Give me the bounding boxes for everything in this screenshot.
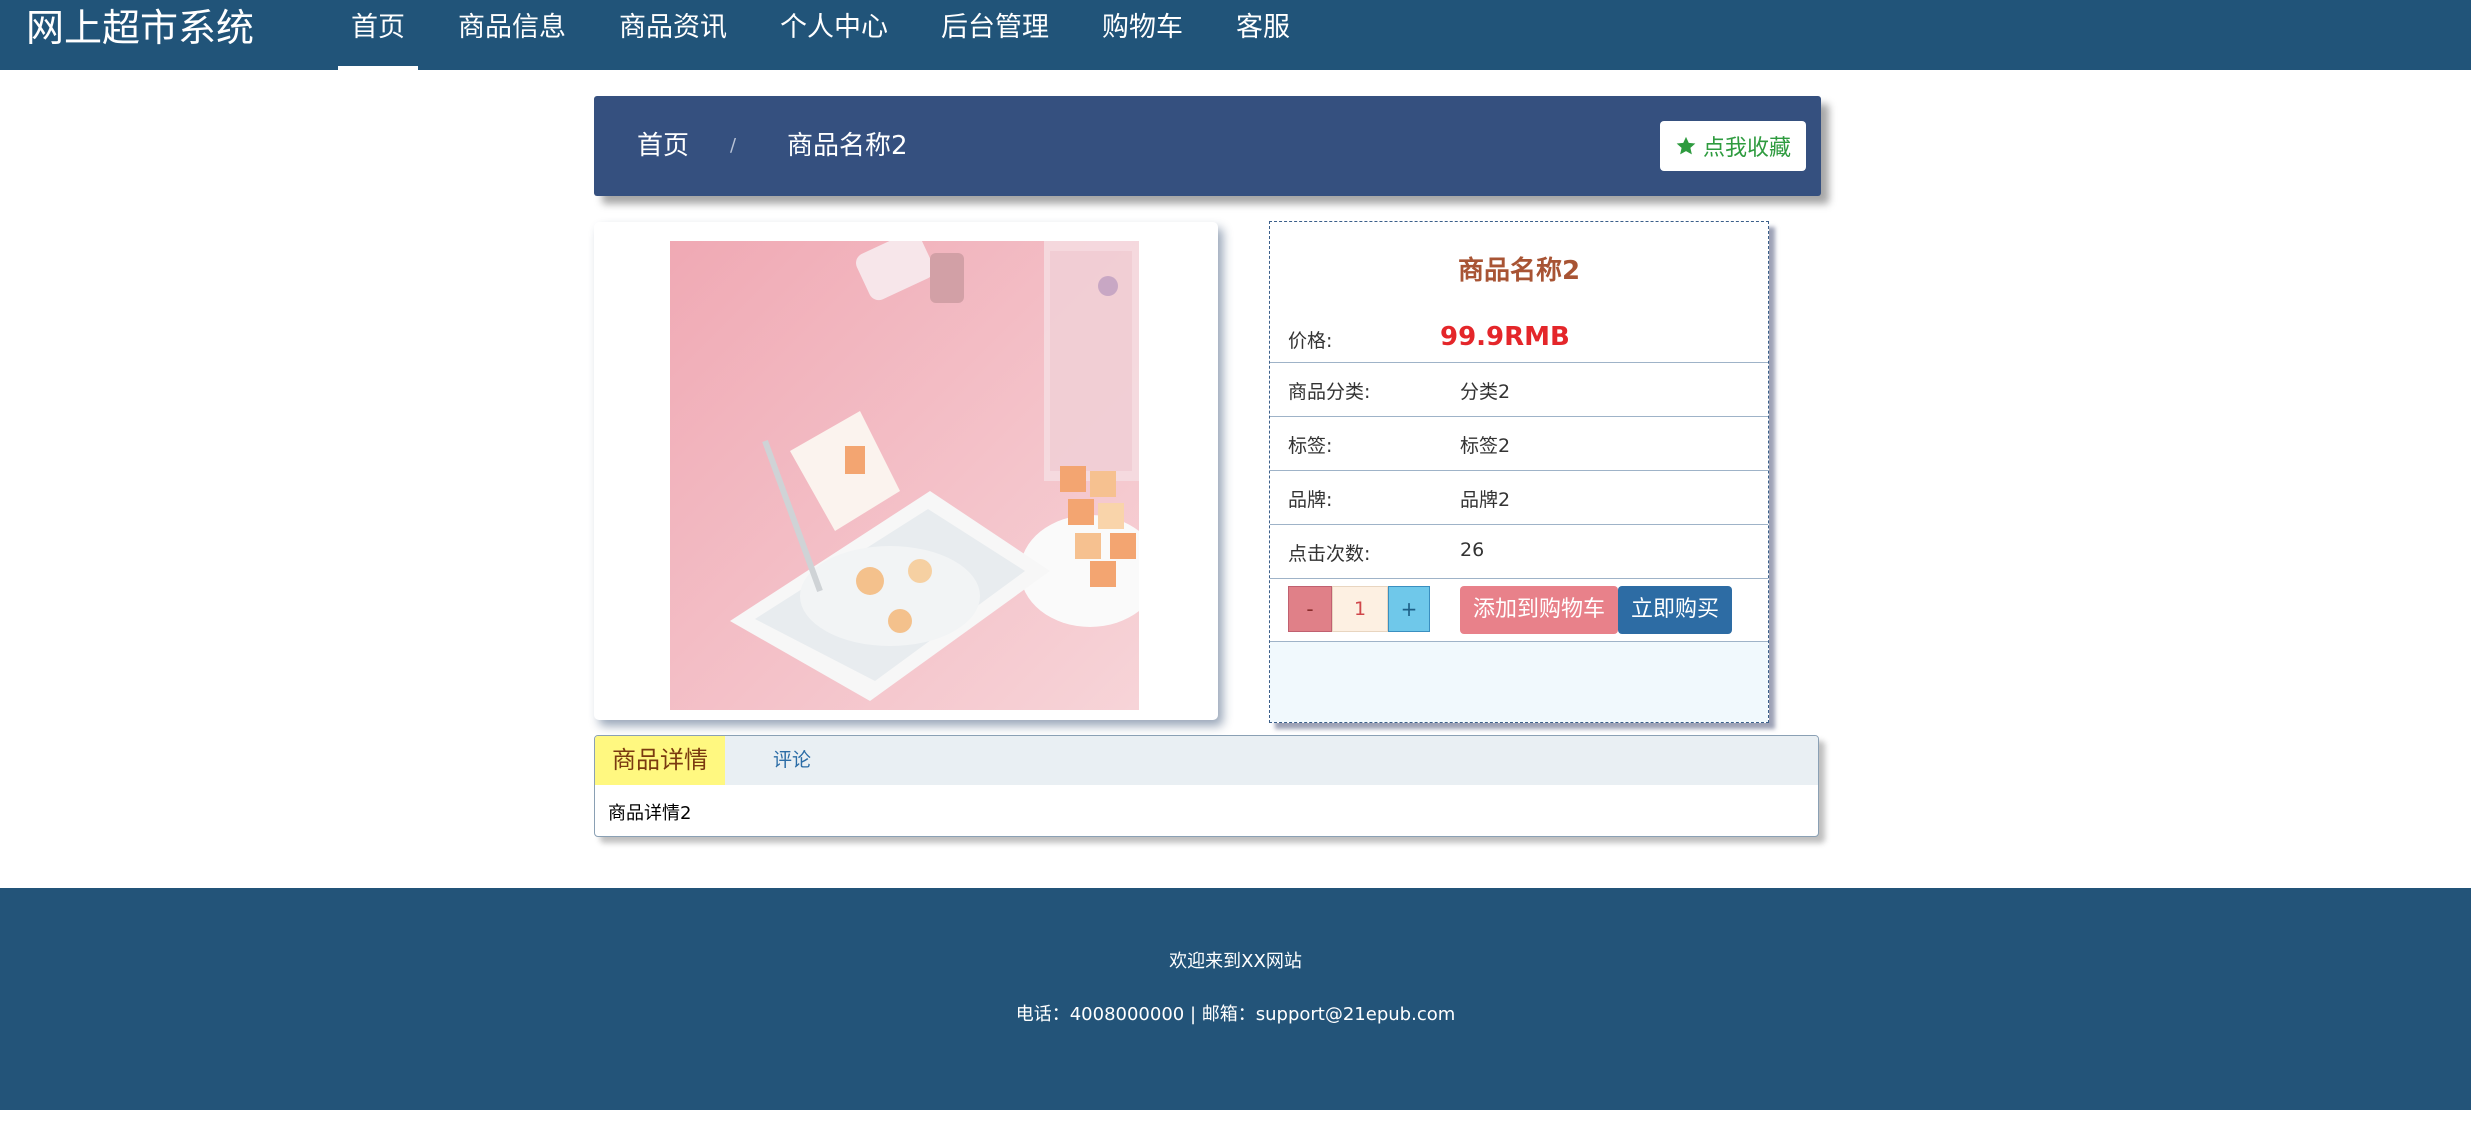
star-icon <box>1676 136 1696 155</box>
product-image <box>670 241 1139 710</box>
tab-reviews[interactable]: 评论 <box>773 736 811 785</box>
nav-item-home[interactable]: 首页 <box>338 0 418 70</box>
brand-value: 品牌2 <box>1460 489 1511 511</box>
footer-contact: 电话：4008000000 | 邮箱：support@21epub.com <box>1015 1004 1456 1025</box>
brand-row: 品牌: 品牌2 <box>1270 471 1768 525</box>
site-title[interactable]: 网上超市系统 <box>26 0 254 56</box>
category-row: 商品分类: 分类2 <box>1270 363 1768 417</box>
tab-product-detail[interactable]: 商品详情 <box>595 736 725 785</box>
nav-item-profile[interactable]: 个人中心 <box>767 0 901 70</box>
nav-item-admin[interactable]: 后台管理 <box>928 0 1062 70</box>
top-navbar: 网上超市系统 首页 商品信息 商品资讯 个人中心 后台管理 购物车 客服 <box>0 0 2471 70</box>
product-info-card: 商品名称2 价格: 99.9RMB 商品分类: 分类2 标签: 标签2 品牌: … <box>1269 221 1769 723</box>
main-nav: 首页 商品信息 商品资讯 个人中心 后台管理 购物车 客服 <box>338 0 1330 70</box>
product-tabs-panel: 商品详情 评论 商品详情2 <box>594 735 1819 837</box>
price-label: 价格: <box>1288 330 1333 352</box>
category-label: 商品分类: <box>1288 381 1371 403</box>
clicks-value: 26 <box>1460 539 1485 561</box>
nav-item-support[interactable]: 客服 <box>1223 0 1303 70</box>
info-card-footer <box>1270 642 1768 722</box>
clicks-label: 点击次数: <box>1288 543 1371 565</box>
product-image-card <box>594 222 1218 720</box>
tab-content: 商品详情2 <box>608 803 692 824</box>
category-value: 分类2 <box>1460 381 1511 403</box>
tag-value: 标签2 <box>1460 435 1511 457</box>
nav-item-news[interactable]: 商品资讯 <box>606 0 740 70</box>
clicks-row: 点击次数: 26 <box>1270 525 1768 579</box>
price-value: 99.9RMB <box>1440 322 1570 352</box>
tag-row: 标签: 标签2 <box>1270 417 1768 471</box>
breadcrumb: 首页 / 商品名称2 点我收藏 <box>594 96 1821 196</box>
price-row: 价格: 99.9RMB <box>1270 312 1768 363</box>
nav-item-products[interactable]: 商品信息 <box>445 0 579 70</box>
brand-label: 品牌: <box>1288 489 1333 511</box>
footer-welcome: 欢迎来到XX网站 <box>1169 951 1302 972</box>
site-footer: 欢迎来到XX网站 电话：4008000000 | 邮箱：support@21ep… <box>0 888 2471 1110</box>
tag-label: 标签: <box>1288 435 1333 457</box>
breadcrumb-separator: / <box>730 135 737 156</box>
tab-header: 商品详情 评论 <box>595 736 1818 785</box>
nav-item-cart[interactable]: 购物车 <box>1089 0 1196 70</box>
breadcrumb-home-link[interactable]: 首页 <box>637 96 689 196</box>
breadcrumb-current: 商品名称2 <box>787 131 908 161</box>
favorite-label: 点我收藏 <box>1702 136 1791 161</box>
product-name: 商品名称2 <box>1457 256 1581 286</box>
action-row-divider <box>1270 579 1768 642</box>
favorite-button[interactable]: 点我收藏 <box>1659 121 1806 171</box>
